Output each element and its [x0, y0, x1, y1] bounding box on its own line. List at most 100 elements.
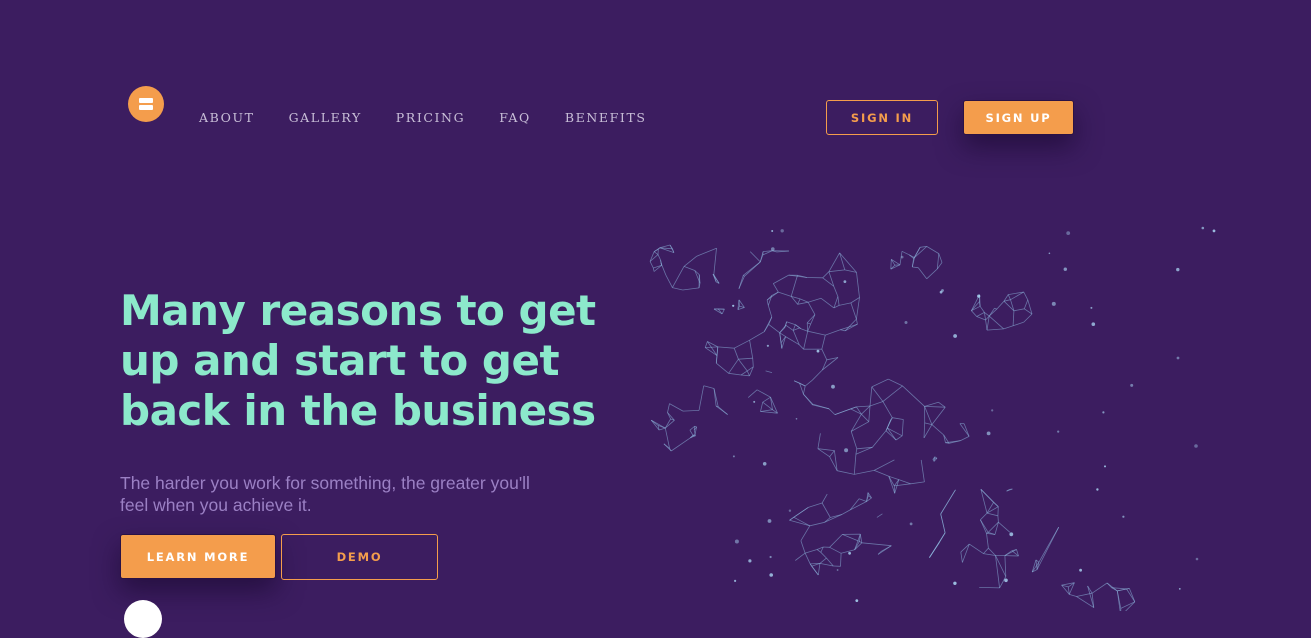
wireframe-edge — [704, 386, 714, 389]
wireframe-edge — [870, 402, 883, 407]
wireframe-edge — [924, 425, 932, 438]
nav-faq[interactable]: FAQ — [499, 110, 531, 125]
wireframe-edge — [760, 252, 763, 262]
wireframe-edge — [980, 520, 988, 533]
wireframe-edge — [850, 499, 859, 510]
particle-dot — [1057, 431, 1059, 433]
sign-up-button[interactable]: SIGN UP — [963, 100, 1074, 135]
wireframe-edge — [1013, 311, 1014, 326]
wireframe-edge — [722, 309, 724, 314]
wireframe-edge — [729, 373, 742, 375]
wireframe-edge — [659, 428, 665, 430]
wireframe-edge — [683, 410, 699, 411]
wireframe-edge — [825, 515, 842, 523]
wireframe-edge — [977, 312, 985, 316]
wireframe-edge — [903, 386, 925, 407]
wireframe-edge — [734, 348, 738, 359]
wireframe-edge — [980, 306, 984, 312]
wireframe-edge — [808, 298, 821, 302]
wireframe-edge — [653, 268, 654, 272]
nav-about[interactable]: ABOUT — [199, 110, 255, 125]
particle-dot — [1194, 444, 1198, 448]
wireframe-edge — [989, 316, 1004, 329]
wireframe-edge — [823, 272, 829, 278]
brand-logo[interactable] — [128, 86, 164, 122]
wireframe-edge — [821, 298, 834, 308]
wireframe-edge — [794, 507, 809, 517]
wireframe-edge — [839, 303, 851, 306]
wireframe-edge — [1117, 589, 1126, 591]
wireframe-edge — [684, 256, 697, 266]
nav-gallery[interactable]: GALLERY — [289, 110, 362, 125]
wireframe-edge — [734, 340, 749, 348]
wireframe-edge — [810, 563, 820, 564]
wireframe-edge — [812, 370, 822, 380]
wireframe-edge — [856, 406, 870, 407]
particle-dot — [844, 448, 848, 452]
particle-dot — [1092, 322, 1096, 326]
learn-more-button[interactable]: LEARN MORE — [120, 534, 276, 579]
wireframe-edge — [773, 284, 778, 293]
wireframe-edge — [840, 330, 845, 331]
particle-dot — [1130, 384, 1133, 387]
wireframe-edge — [714, 309, 722, 314]
wireframe-edge — [694, 430, 695, 434]
wireframe-edge — [805, 553, 810, 564]
wireframe-edge — [912, 267, 918, 268]
wireframe-edge — [778, 292, 791, 296]
wireframe-edge — [1024, 292, 1028, 300]
wireframe-edge — [862, 543, 892, 546]
wireframe-edge — [929, 533, 945, 558]
sign-in-button[interactable]: SIGN IN — [826, 100, 938, 135]
particle-dot — [1196, 558, 1199, 561]
wireframe-edge — [763, 402, 773, 410]
wireframe-edge — [902, 420, 903, 436]
wireframe-edge — [668, 404, 670, 413]
particle-dot — [771, 230, 773, 232]
wireframe-edge — [842, 534, 859, 541]
particle-dot — [1004, 579, 1008, 583]
particle-dot — [901, 256, 904, 259]
wireframe-edge — [971, 311, 976, 317]
wireframe-edge — [714, 248, 717, 275]
wireframe-edge — [787, 322, 796, 325]
wireframe-edge — [683, 288, 699, 290]
wireframe-edge — [888, 379, 902, 386]
wireframe-edge — [896, 436, 902, 440]
particle-dot — [769, 573, 773, 577]
wireframe-edge — [927, 269, 938, 279]
wireframe-edge — [658, 255, 661, 261]
wireframe-edge — [747, 371, 749, 376]
nav-benefits[interactable]: BENEFITS — [565, 110, 647, 125]
wireframe-edge — [690, 430, 693, 435]
wireframe-edge — [911, 482, 925, 484]
wireframe-edge — [729, 359, 739, 373]
wireframe-edge — [794, 517, 810, 526]
logo-bar-bottom — [139, 105, 153, 110]
wireframe-edge — [939, 254, 942, 263]
wireframe-edge — [705, 348, 717, 356]
particle-dot — [1052, 302, 1056, 306]
demo-button[interactable]: DEMO — [281, 534, 438, 580]
particle-dot — [796, 418, 798, 420]
wireframe-runner-illustration — [620, 205, 1240, 611]
wireframe-edge — [1121, 602, 1135, 609]
wireframe-edge — [994, 503, 999, 507]
wireframe-edge — [810, 522, 825, 526]
particle-dot — [1079, 569, 1082, 572]
wireframe-edge — [872, 379, 889, 387]
play-circle-icon[interactable] — [124, 600, 162, 638]
particle-dot — [1096, 488, 1098, 490]
wireframe-edge — [761, 410, 773, 412]
wireframe-edge — [1000, 577, 1006, 588]
wireframe-edge — [915, 246, 927, 257]
wireframe-edge — [850, 502, 866, 510]
wireframe-edge — [998, 516, 999, 522]
particle-dot — [1090, 307, 1092, 309]
wireframe-edge — [918, 268, 926, 279]
wireframe-edge — [750, 252, 760, 262]
wireframe-edge — [872, 387, 883, 402]
wireframe-edge — [1037, 527, 1059, 569]
wireframe-edge — [670, 404, 684, 412]
nav-pricing[interactable]: PRICING — [396, 110, 465, 125]
